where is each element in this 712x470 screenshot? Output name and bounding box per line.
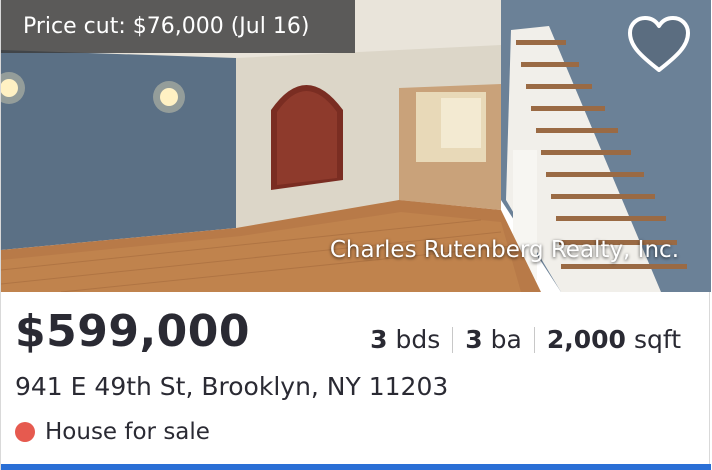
listing-card[interactable]: Price cut: $76,000 (Jul 16) Charles Rute… — [0, 0, 711, 470]
listing-facts: 3 bds 3 ba 2,000 sqft — [370, 325, 681, 354]
sqft-value: 2,000 — [546, 325, 626, 354]
sqft-unit: sqft — [633, 325, 681, 354]
facts-divider — [533, 326, 535, 353]
bottom-accent-bar — [1, 464, 711, 470]
baths-value: 3 — [465, 325, 483, 354]
listing-photo[interactable]: Price cut: $76,000 (Jul 16) Charles Rute… — [1, 0, 711, 292]
price-cut-banner: Price cut: $76,000 (Jul 16) — [1, 0, 355, 53]
facts-divider — [452, 326, 454, 353]
listing-price: $599,000 — [15, 306, 251, 357]
heart-outline-icon[interactable] — [627, 16, 691, 74]
listing-status: House for sale — [15, 419, 210, 445]
status-dot-icon — [15, 422, 35, 442]
listing-address[interactable]: 941 E 49th St, Brooklyn, NY 11203 — [15, 372, 448, 401]
beds-value: 3 — [370, 325, 388, 354]
beds-unit: bds — [395, 325, 441, 354]
listing-info[interactable]: $599,000 3 bds 3 ba 2,000 sqft 941 E 49t… — [1, 292, 711, 470]
status-label: House for sale — [45, 419, 210, 445]
baths-unit: ba — [490, 325, 522, 354]
broker-watermark: Charles Rutenberg Realty, Inc. — [329, 237, 679, 263]
